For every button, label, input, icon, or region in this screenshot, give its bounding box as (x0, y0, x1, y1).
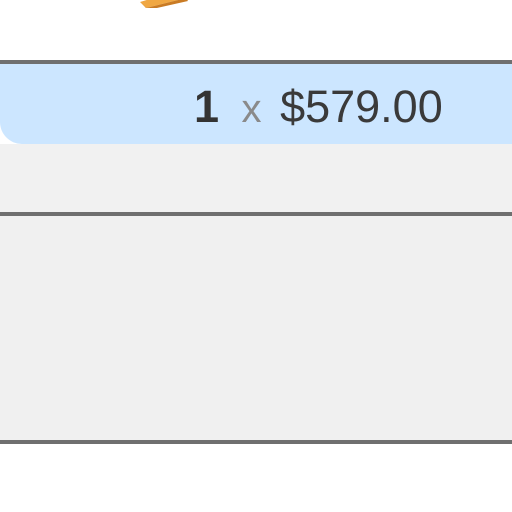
empty-summary-band (0, 144, 512, 212)
item-quantity: 1 (194, 81, 220, 132)
product-thumbnail-icon[interactable] (136, 0, 190, 8)
line-price-summary: 1 x $579.00 (194, 81, 443, 132)
middle-divider (0, 212, 512, 216)
cart-page: 1 x $579.00 (0, 0, 512, 512)
cart-lower-panel (0, 144, 512, 440)
unit-price: $579.00 (280, 81, 443, 132)
multiplier-sign: x (241, 87, 262, 131)
cart-line-price-row: 1 x $579.00 (0, 64, 512, 144)
bottom-divider (0, 440, 512, 444)
